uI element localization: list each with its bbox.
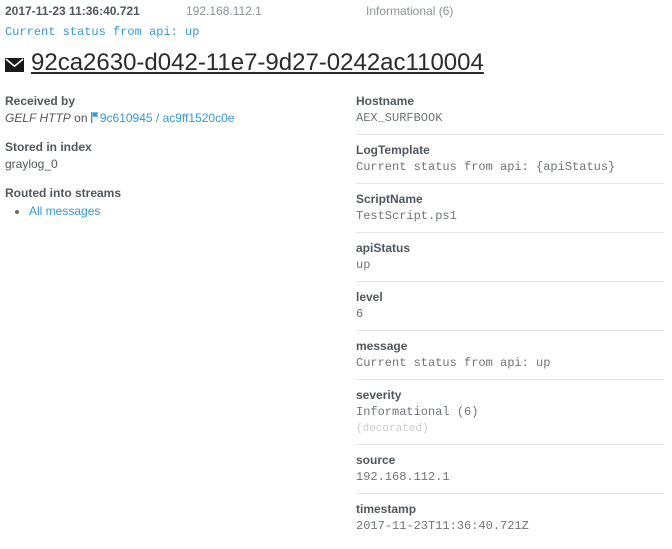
field-key: message [356, 339, 408, 353]
field-value: 6 [356, 307, 364, 321]
field-key: LogTemplate [356, 143, 430, 157]
received-by-value: GELF HTTP on 9c610945 / ac9ff1520c0e [5, 110, 345, 127]
received-by-on-word: on [74, 111, 88, 125]
field-value: 2017-11-23T11:36:40.721Z [356, 519, 529, 533]
summary-timestamp: 2017-11-23 11:36:40.721 [5, 4, 140, 18]
field-value: 192.168.112.1 [356, 470, 450, 484]
field-value: Current status from api: up [356, 356, 551, 370]
received-by-title: Received by [5, 94, 76, 108]
stored-in-index-block: Stored in index graylog_0 [5, 139, 345, 173]
node-icon [90, 112, 99, 123]
summary-source: 192.168.112.1 [186, 4, 262, 18]
stream-link-all-messages[interactable]: All messages [29, 204, 100, 218]
received-by-input: GELF HTTP [5, 111, 71, 125]
field-value: Informational (6) [356, 405, 479, 419]
field-key: timestamp [356, 502, 417, 516]
stored-in-index-value: graylog_0 [5, 157, 58, 171]
message-metadata-column: Received by GELF HTTP on 9c610945 / ac9f… [5, 93, 345, 232]
field-decorated-note: (decorated) [356, 423, 429, 435]
field-row: apiStatus up [356, 240, 664, 282]
message-preview-text: Current status from api: up [5, 25, 200, 39]
field-key: ScriptName [356, 192, 423, 206]
field-key: level [356, 290, 383, 304]
routed-into-streams-block: Routed into streams All messages [5, 185, 345, 220]
field-key: source [356, 453, 396, 467]
message-detail-page: 2017-11-23 11:36:40.721 192.168.112.1 In… [0, 0, 672, 533]
message-fields-column: Hostname AEX_SURFBOOK LogTemplate Curren… [356, 93, 664, 549]
message-id-heading: 92ca2630-d042-11e7-9d27-0242ac110004 [5, 50, 484, 76]
summary-level: Informational (6) [366, 4, 454, 18]
stored-in-index-title: Stored in index [5, 140, 92, 154]
stream-list: All messages [5, 203, 345, 220]
envelope-icon [5, 58, 24, 72]
field-key: apiStatus [356, 241, 411, 255]
list-item: All messages [29, 203, 345, 220]
field-value: AEX_SURFBOOK [356, 111, 443, 125]
message-summary-row: 2017-11-23 11:36:40.721 192.168.112.1 In… [0, 4, 672, 22]
routed-into-streams-title: Routed into streams [5, 186, 122, 200]
field-row: ScriptName TestScript.ps1 [356, 191, 664, 233]
field-row: timestamp 2017-11-23T11:36:40.721Z [356, 501, 664, 542]
message-id-link[interactable]: 92ca2630-d042-11e7-9d27-0242ac110004 [31, 50, 484, 76]
field-row: level 6 [356, 289, 664, 331]
field-row: LogTemplate Current status from api: {ap… [356, 142, 664, 184]
field-value: TestScript.ps1 [356, 209, 457, 223]
field-row: Hostname AEX_SURFBOOK [356, 93, 664, 135]
received-by-block: Received by GELF HTTP on 9c610945 / ac9f… [5, 93, 345, 127]
received-by-node-id-link[interactable]: 9c610945 [100, 111, 153, 125]
field-row: severity Informational (6) (decorated) [356, 387, 664, 445]
field-value: up [356, 258, 371, 272]
field-key: severity [356, 388, 402, 402]
received-by-node-name-link[interactable]: ac9ff1520c0e [163, 111, 235, 125]
field-row: source 192.168.112.1 [356, 452, 664, 494]
field-value: Current status from api: {apiStatus} [356, 160, 616, 174]
field-row: message Current status from api: up [356, 338, 664, 380]
field-key: Hostname [356, 94, 415, 108]
